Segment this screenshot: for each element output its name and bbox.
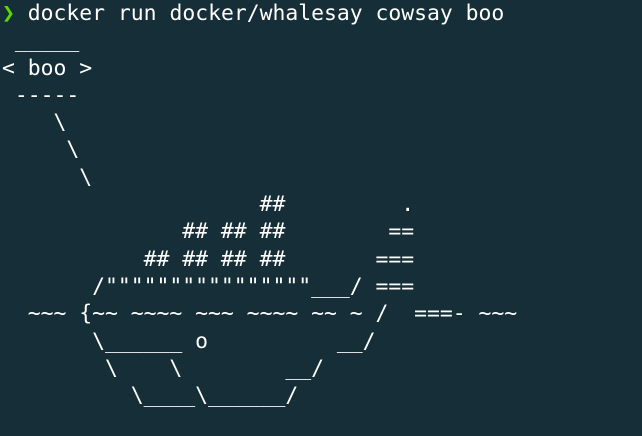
- terminal-window[interactable]: ❯ docker run docker/whalesay cowsay boo …: [0, 0, 642, 436]
- command-text: docker run docker/whalesay cowsay boo: [27, 1, 505, 26]
- command-line: ❯ docker run docker/whalesay cowsay boo: [2, 0, 642, 27]
- prompt-chevron-icon: ❯: [2, 1, 15, 26]
- whalesay-output: _____ < boo > ----- \ \ \ ## . ## ## ## …: [2, 28, 518, 409]
